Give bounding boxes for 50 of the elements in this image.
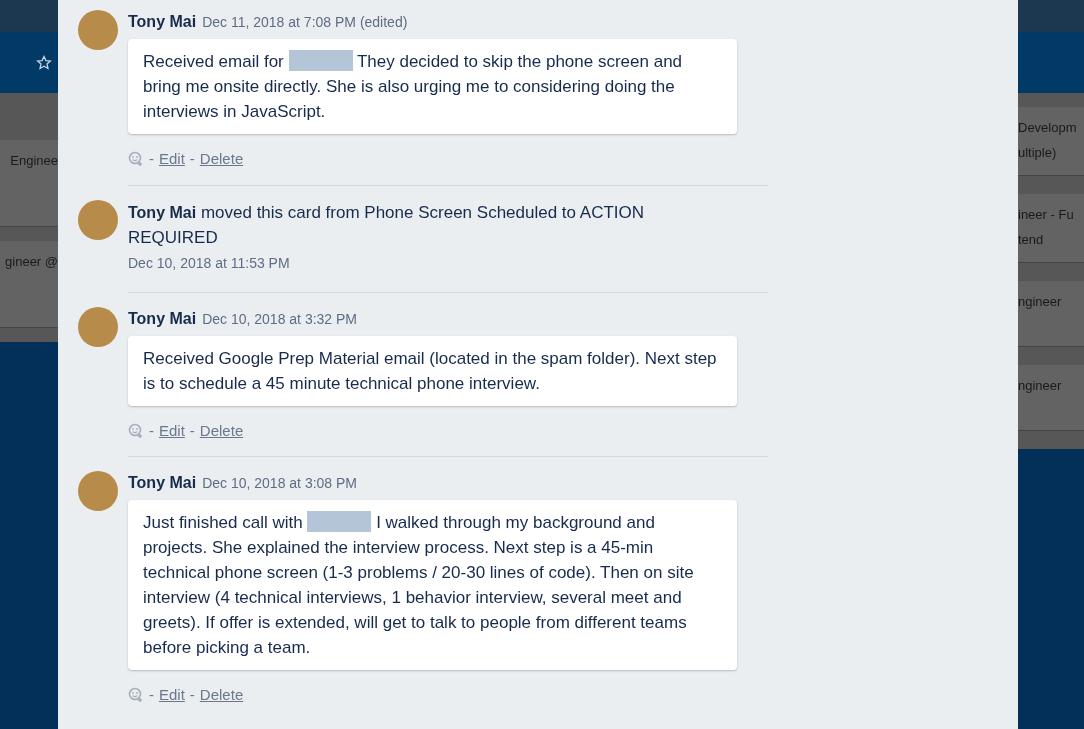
reaction-icon[interactable] [128,151,144,168]
separator-text: - [149,685,154,705]
card-title: ngineer [1018,377,1063,395]
comment-text: Received email for They decided to skip the phone screen and bring me onsite directly. She is also urging me to considering doing the interviews in JavaScript. [128,39,737,134]
author-name[interactable]: Tony Mai [128,474,197,491]
card-title: tend [1018,231,1045,249]
redaction-block [307,511,372,532]
delete-link[interactable]: Delete [199,684,244,707]
avatar [78,471,118,511]
board-card[interactable]: Enginee [0,140,58,227]
separator-text: - [149,420,154,441]
card-title: ngineer [1018,293,1063,311]
board-card[interactable]: ngineer [1018,365,1084,431]
reaction-icon[interactable] [128,422,144,439]
comment-text: Received Google Prep Material email (located in the spam folder). Next step is to schedule a 45 minute technical phone interview. [128,335,737,406]
edit-link[interactable]: Edit [159,684,185,707]
separator-text: - [189,685,195,705]
timestamp[interactable]: Dec 10, 2018 at 3:08 PM [202,475,358,491]
star-icon[interactable] [36,54,52,71]
card-title: ineer - Fu [1018,206,1075,224]
separator-text: - [189,420,195,441]
delete-link[interactable]: Delete [199,419,244,442]
card-title: Developm [1018,119,1078,137]
timestamp[interactable]: Dec 10, 2018 at 11:53 PM [128,252,768,274]
avatar [78,10,118,50]
board-bar-background [1018,32,1084,93]
header-bar-background [0,0,58,32]
comment-text: Just finished call with I walked through my background and projects. She explained the interview process. Next step is a 45-min technical phone screen (1-3 problems / 20-30 lines of code). Then on site interview (4 technical interviews, 1 behavior interview, several meet and greets). If offer is extended, will get to talk to people from different teams before picking a team. [128,500,737,670]
redaction-block [288,50,353,71]
activity-message: Tony Mai moved this card from Phone Screen Scheduled to ACTION REQUIRED [128,201,646,249]
author-name[interactable]: Tony Mai [128,13,197,30]
card-title: ultiple) [1018,144,1058,162]
board-card[interactable]: ngineer [1018,281,1084,347]
reaction-icon[interactable] [128,687,144,704]
avatar [78,199,118,240]
delete-link[interactable]: Delete [199,148,244,171]
board-card[interactable]: Developm ultiple) [1018,107,1084,176]
timestamp[interactable]: Dec 11, 2018 at 7:08 PM (edited) [202,14,408,30]
separator-text: - [189,149,195,169]
board-card[interactable]: ineer - Fu tend [1018,194,1084,263]
edit-link[interactable]: Edit [159,148,185,171]
header-bar-background [1018,0,1084,32]
separator-text: - [149,149,154,169]
timestamp[interactable]: Dec 10, 2018 at 3:32 PM [202,310,358,327]
author-name[interactable]: Tony Mai [128,309,197,327]
card-title: Enginee [9,152,58,170]
card-title: gineer @ [4,253,58,271]
board-card[interactable]: gineer @ [0,241,58,328]
avatar [78,306,118,347]
edit-link[interactable]: Edit [159,419,185,442]
